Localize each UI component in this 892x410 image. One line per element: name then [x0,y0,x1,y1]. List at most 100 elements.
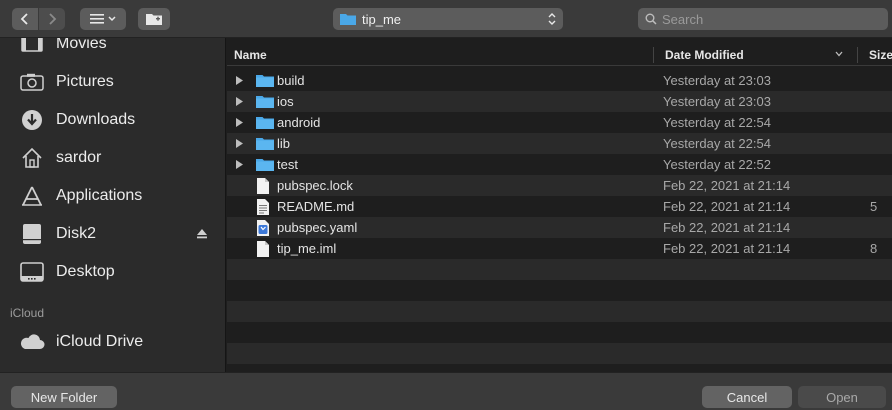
file-date: Yesterday at 23:03 [663,73,771,88]
empty-row [227,259,892,280]
sort-chevron-icon [835,51,843,57]
table-row[interactable]: test Yesterday at 22:52 [227,154,892,175]
sidebar-item-movies[interactable]: Movies [0,38,225,62]
column-size[interactable]: Size [869,48,892,62]
file-name: test [277,157,298,172]
column-divider[interactable] [653,47,654,63]
sidebar-section-header: iCloud [10,306,45,320]
search-input[interactable] [662,11,872,27]
column-divider[interactable] [857,47,858,63]
file-date: Feb 22, 2021 at 21:14 [663,199,791,214]
open-button[interactable]: Open [798,386,886,408]
cloud-icon [18,330,46,354]
column-date-modified[interactable]: Date Modified [665,48,744,62]
table-row[interactable]: android Yesterday at 22:54 [227,112,892,133]
path-popup[interactable]: tip_me [333,8,563,30]
film-icon [18,38,46,56]
folder-icon [256,75,274,87]
folder-icon [256,117,274,129]
applications-icon [18,184,46,208]
forward-button[interactable] [39,8,65,30]
home-icon [18,146,46,170]
sidebar-item-downloads[interactable]: Downloads [0,102,225,138]
empty-row [227,364,892,372]
chevron-right-icon [49,13,57,25]
back-button[interactable] [12,8,38,30]
sidebar-item-icloud-drive[interactable]: iCloud Drive [0,324,225,360]
sidebar-item-pictures[interactable]: Pictures [0,64,225,100]
file-date: Yesterday at 23:03 [663,94,771,109]
file-name: pubspec.lock [277,178,353,193]
file-size: 8 [870,241,878,256]
file-date: Feb 22, 2021 at 21:14 [663,220,791,235]
list-view-icon [90,14,116,24]
folder-icon [256,96,274,108]
file-date: Yesterday at 22:52 [663,157,771,172]
yaml-document-icon [257,220,269,236]
empty-row [227,343,892,364]
path-label: tip_me [362,11,402,27]
sidebar-item-applications[interactable]: Applications [0,178,225,214]
file-date: Yesterday at 22:54 [663,115,771,130]
camera-icon [18,70,46,94]
disk-icon [18,222,46,246]
file-name: lib [277,136,291,151]
cancel-button[interactable]: Cancel [702,386,792,408]
table-row[interactable]: build Yesterday at 23:03 [227,70,892,91]
file-size: 5 [870,199,878,214]
file-name: android [277,115,321,130]
search-icon [645,13,657,25]
table-row[interactable]: pubspec.lock Feb 22, 2021 at 21:14 [227,175,892,196]
sidebar-item-label: Applications [56,187,143,204]
file-date: Feb 22, 2021 at 21:14 [663,241,791,256]
table-row[interactable]: tip_me.iml Feb 22, 2021 at 21:14 8 [227,238,892,259]
sidebar-item-label: sardor [56,149,102,166]
sidebar-item-label: iCloud Drive [56,333,144,350]
sidebar-item-label: Downloads [56,111,136,128]
sidebar-item-disk2[interactable]: Disk2 [0,216,225,252]
sidebar-item-label: Disk2 [56,225,97,242]
sidebar-item-label: Desktop [56,263,115,280]
folder-icon [340,14,356,25]
desktop-icon [18,260,46,284]
sidebar-item-home[interactable]: sardor [0,140,225,176]
bottom-bar: New Folder Cancel Open [0,372,892,410]
chevron-left-icon [20,13,28,25]
view-options-button[interactable] [80,8,126,30]
column-name[interactable]: Name [234,48,267,62]
new-folder-toolbar-button[interactable] [138,8,170,30]
folder-icon [256,138,274,150]
file-browser: Name Date Modified Size build Yesterday … [227,38,892,372]
document-icon [257,178,269,194]
download-icon [18,108,46,132]
disclosure-triangle-icon[interactable] [236,76,243,85]
empty-row [227,322,892,343]
file-name: README.md [277,199,355,214]
new-folder-button[interactable]: New Folder [11,386,117,408]
table-row[interactable]: pubspec.yaml Feb 22, 2021 at 21:14 [227,217,892,238]
file-name: build [277,73,305,88]
search-field[interactable] [638,8,888,30]
disclosure-triangle-icon[interactable] [236,97,243,106]
file-name: tip_me.iml [277,241,337,256]
file-name: ios [277,94,294,109]
empty-row [227,280,892,301]
eject-icon[interactable] [196,228,208,239]
empty-row [227,301,892,322]
table-row[interactable]: ios Yesterday at 23:03 [227,91,892,112]
column-header-bar: Name Date Modified Size [227,44,892,66]
table-row[interactable]: README.md Feb 22, 2021 at 21:14 5 [227,196,892,217]
new-folder-icon [146,14,162,25]
document-icon [257,241,269,257]
table-row[interactable]: lib Yesterday at 22:54 [227,133,892,154]
sidebar: Movies Pictures Downloads sardor Applica… [0,38,226,372]
disclosure-triangle-icon[interactable] [236,160,243,169]
updown-chevron-icon [548,13,556,25]
folder-icon [256,159,274,171]
disclosure-triangle-icon[interactable] [236,118,243,127]
disclosure-triangle-icon[interactable] [236,139,243,148]
sidebar-item-desktop[interactable]: Desktop [0,254,225,290]
sidebar-item-label: Movies [56,38,107,52]
toolbar: tip_me [0,0,892,38]
file-date: Feb 22, 2021 at 21:14 [663,178,791,193]
